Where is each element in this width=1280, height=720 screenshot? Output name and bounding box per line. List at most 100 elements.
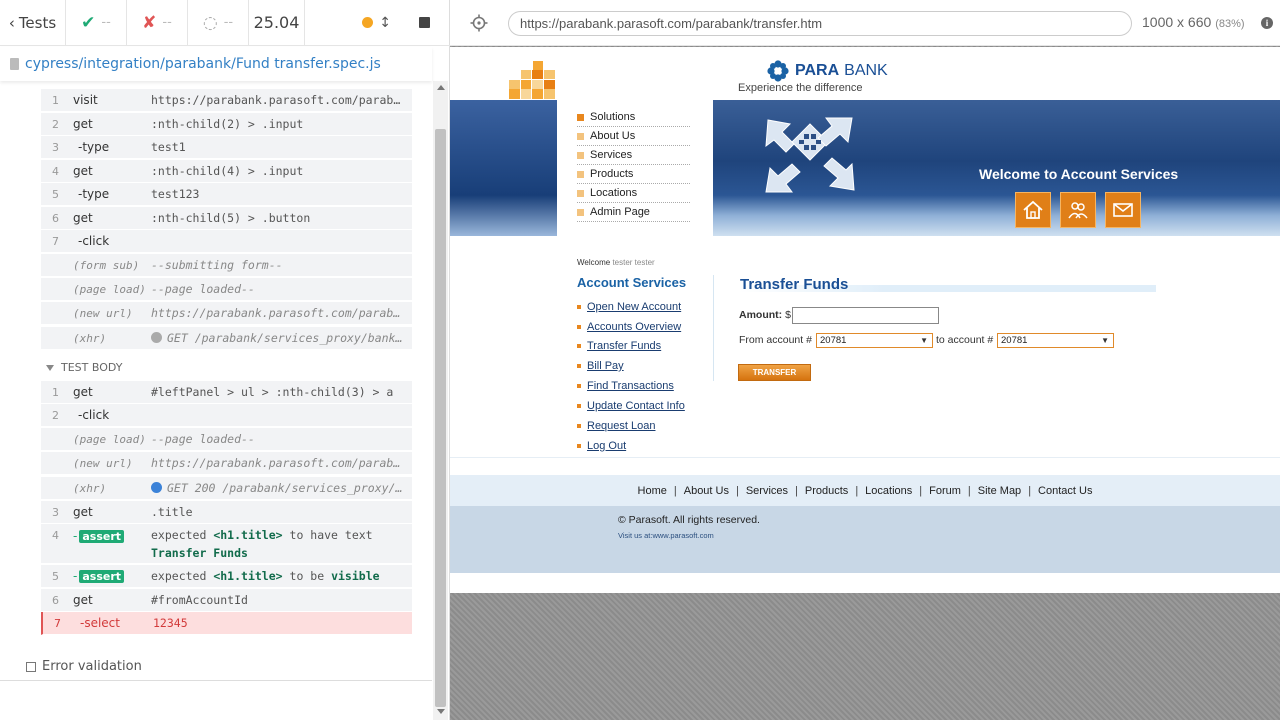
event-message: --page loaded-- <box>151 282 255 296</box>
nav-label: Accounts Overview <box>587 321 682 333</box>
home-button[interactable] <box>1015 192 1051 228</box>
menu-solutions[interactable]: Solutions <box>577 108 690 127</box>
auto-scroll-toggle[interactable]: ↕ <box>362 15 391 31</box>
bullet-icon <box>577 404 581 408</box>
nav-log-out[interactable]: Log Out <box>577 440 626 452</box>
spec-file-path[interactable]: cypress/integration/parabank/Fund transf… <box>0 47 432 81</box>
nav-find-transactions[interactable]: Find Transactions <box>577 380 674 392</box>
pending-circle-icon: ◌ <box>202 12 218 33</box>
command-row[interactable]: 6 get #fromAccountId <box>41 589 412 612</box>
event-message: GET 200 /parabank/services_proxy/bank/cu… <box>151 481 412 495</box>
scroll-down-icon[interactable] <box>437 709 445 714</box>
command-number: 4 <box>52 164 59 178</box>
url-display[interactable]: https://parabank.parasoft.com/parabank/t… <box>508 11 1132 36</box>
command-message: test123 <box>151 187 200 201</box>
command-row[interactable]: 3 get .title <box>41 501 412 524</box>
command-row[interactable]: 2 -click <box>41 404 412 427</box>
assert-badge: assert <box>79 530 125 543</box>
command-name: -type <box>78 187 110 201</box>
from-account-select[interactable]: 20781 ▼ <box>816 333 933 348</box>
menu-locations[interactable]: Locations <box>577 184 690 203</box>
pending-stat: ◌ -- <box>188 0 249 45</box>
menu-services[interactable]: Services <box>577 146 690 165</box>
command-row[interactable]: 1 get #leftPanel > ul > :nth-child(3) > … <box>41 381 412 404</box>
menu-admin-page[interactable]: Admin Page <box>577 203 690 222</box>
footer-link-about-us[interactable]: About Us <box>677 485 736 497</box>
event-name: (xhr) <box>73 481 107 495</box>
network-arrows-graphic <box>765 117 855 193</box>
tests-back-button[interactable]: ‹ Tests <box>0 0 66 45</box>
command-row[interactable]: 4 get :nth-child(4) > .input <box>41 160 412 183</box>
scrollbar-thumb[interactable] <box>435 129 446 707</box>
event-row[interactable]: (new url) https://parabank.parasoft.com/… <box>41 302 412 325</box>
footer-link-services[interactable]: Services <box>739 485 795 497</box>
footer-link-home[interactable]: Home <box>631 485 674 497</box>
command-name: -click <box>78 408 110 422</box>
test-body-header[interactable]: TEST BODY <box>46 361 122 374</box>
from-account-label: From account # <box>739 334 812 346</box>
xhr-text: GET 200 /parabank/services_proxy/bank/cu… <box>167 481 412 495</box>
event-row[interactable]: (form sub) --submitting form-- <box>41 254 412 277</box>
event-row[interactable]: (new url) https://parabank.parasoft.com/… <box>41 452 412 475</box>
crosshair-icon <box>470 14 488 31</box>
footer-link-site-map[interactable]: Site Map <box>971 485 1028 497</box>
amount-input[interactable] <box>792 307 939 324</box>
from-account-value: 20781 <box>820 335 847 346</box>
to-account-select[interactable]: 20781 ▼ <box>997 333 1114 348</box>
collapse-caret-icon <box>46 364 54 371</box>
failed-stat: ✘ -- <box>127 0 188 45</box>
command-name: get <box>73 385 93 399</box>
event-message: https://parabank.parasoft.com/parabank/o… <box>151 306 412 320</box>
command-row[interactable]: 5 -type test123 <box>41 183 412 206</box>
nav-update-contact-info[interactable]: Update Contact Info <box>577 400 685 412</box>
command-row[interactable]: 3 -type test1 <box>41 136 412 159</box>
bullet-icon <box>577 364 581 368</box>
footer-link-locations[interactable]: Locations <box>858 485 919 497</box>
bullet-icon <box>577 384 581 388</box>
footer-link-products[interactable]: Products <box>798 485 855 497</box>
assert-row[interactable]: 4 - assert expected <h1.title> to have te… <box>41 524 412 564</box>
menu-about-us[interactable]: About Us <box>577 127 690 146</box>
test-error-validation[interactable]: Error validation <box>26 659 142 674</box>
info-icon[interactable]: i <box>1261 17 1273 29</box>
visit-link[interactable]: Visit us at:www.parasoft.com <box>618 531 714 540</box>
nav-accounts-overview[interactable]: Accounts Overview <box>577 321 681 333</box>
stop-icon[interactable] <box>419 17 430 28</box>
command-log-scrollbar[interactable] <box>433 81 448 720</box>
transfer-button[interactable]: TRANSFER <box>738 364 811 381</box>
copyright-text: © Parasoft. All rights reserved. <box>618 514 760 526</box>
footer-link-forum[interactable]: Forum <box>922 485 968 497</box>
nav-open-new-account[interactable]: Open New Account <box>577 301 681 313</box>
command-row[interactable]: 6 get :nth-child(5) > .button <box>41 207 412 230</box>
to-account-label: to account # <box>936 334 994 346</box>
command-row[interactable]: 2 get :nth-child(2) > .input <box>41 113 412 136</box>
selector-playground-button[interactable] <box>450 0 508 46</box>
parabank-logo[interactable]: PARA BANK <box>766 59 888 83</box>
assert-message: expected <h1.title> to have text Transfe… <box>151 526 412 562</box>
failed-command-row[interactable]: 7 -select 12345 <box>41 612 412 635</box>
menu-products[interactable]: Products <box>577 165 690 184</box>
bullet-icon <box>577 325 581 329</box>
command-message: 12345 <box>153 616 188 630</box>
about-button[interactable] <box>1060 192 1096 228</box>
scroll-up-icon[interactable] <box>437 85 445 90</box>
event-row[interactable]: (page load) --page loaded-- <box>41 278 412 301</box>
contact-button[interactable] <box>1105 192 1141 228</box>
test-status-checkbox-icon <box>26 661 36 672</box>
assert-verb: to have text <box>289 528 373 542</box>
event-row[interactable]: (page load) --page loaded-- <box>41 428 412 451</box>
nav-bill-pay[interactable]: Bill Pay <box>577 360 624 372</box>
nav-request-loan[interactable]: Request Loan <box>577 420 656 432</box>
command-row[interactable]: 1 visit https://parabank.parasoft.com/pa… <box>41 89 412 112</box>
pending-count: -- <box>223 15 234 30</box>
assert-value: Transfer Funds <box>151 546 248 560</box>
nav-transfer-funds[interactable]: Transfer Funds <box>577 340 661 352</box>
command-row[interactable]: 7 -click <box>41 230 412 253</box>
assert-row[interactable]: 5 - assert expected <h1.title> to be visi… <box>41 565 412 588</box>
footer-link-contact-us[interactable]: Contact Us <box>1031 485 1099 497</box>
xhr-row[interactable]: (xhr) GET 200 /parabank/services_proxy/b… <box>41 477 412 500</box>
amount-label-text: Amount: <box>739 309 783 321</box>
xhr-row[interactable]: (xhr) GET /parabank/services_proxy/bank/… <box>41 327 412 350</box>
command-number: 7 <box>52 234 59 248</box>
bullet-icon <box>577 170 584 178</box>
